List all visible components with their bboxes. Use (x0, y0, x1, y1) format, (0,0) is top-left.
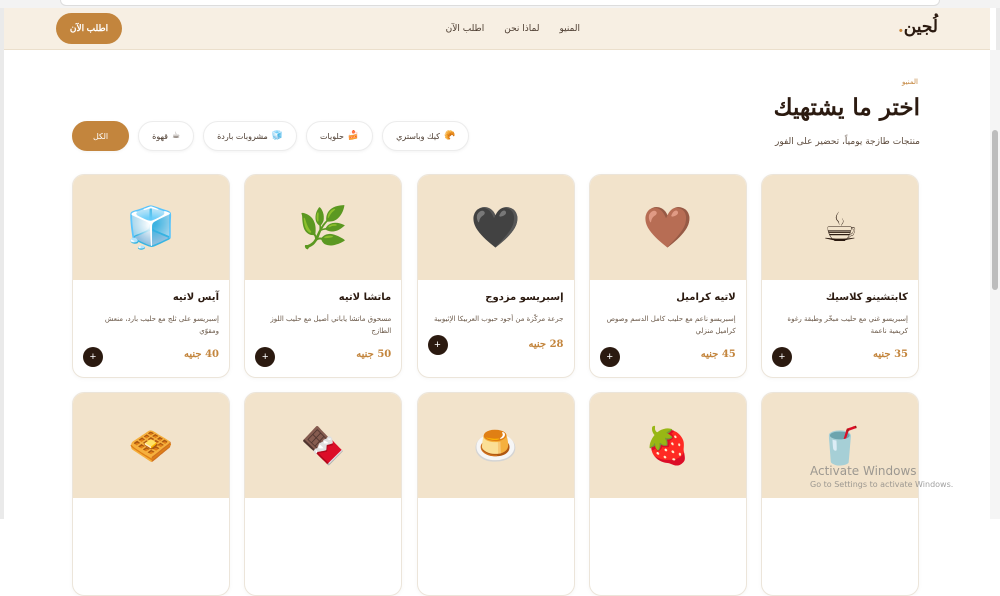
filter-label: كيك وباستري (396, 131, 440, 141)
filter-label: الكل (93, 131, 109, 141)
product-price: 40 جنيه (184, 349, 219, 360)
nav-link-menu[interactable]: المنيو (559, 24, 580, 34)
ice-cube-icon: 🧊 (126, 205, 176, 251)
nav-link-why-us[interactable]: لماذا نحن (504, 24, 539, 34)
ice-cube-icon: 🧊 (271, 131, 283, 141)
product-price: 28 جنيه (528, 339, 564, 350)
coffee-icon: ☕ (171, 131, 181, 141)
product-name: آيس لاتيه (172, 292, 219, 303)
logo-text: لُجين (903, 17, 938, 37)
product-card[interactable]: 🍫 (244, 392, 403, 596)
product-description: جرعة مركّزة من أجود حبوب العربيكا الإثيو… (434, 315, 564, 323)
product-card[interactable]: 🥤 (761, 392, 919, 596)
filter-coffee[interactable]: ☕ قهوة (138, 121, 195, 151)
product-card[interactable]: 🌿 ماتشا لاتيه مسحوق ماتشا ياباني أصيل مع… (244, 174, 403, 378)
product-image: 🤎 (589, 175, 746, 280)
product-price: 45 جنيه (700, 349, 736, 360)
product-card[interactable]: 🧇 (72, 392, 230, 596)
croissant-icon: 🥐 (443, 131, 456, 141)
product-image: 🍓 (589, 393, 746, 498)
cake-icon: 🍰 (347, 131, 360, 141)
filter-label: مشروبات باردة (217, 131, 268, 141)
dark-heart-icon: 🖤 (470, 205, 521, 251)
pudding-icon: 🍮 (473, 425, 518, 467)
add-to-cart-button[interactable]: + (255, 347, 276, 367)
product-price: 35 جنيه (873, 349, 908, 360)
product-description: إسبريسو ناعم مع حليب كامل الدسم وصوص كرا… (606, 315, 736, 335)
product-card[interactable]: 🧊 آيس لاتيه إسبريسو على ثلج مع حليب بارد… (72, 174, 230, 378)
nav-link-order-now[interactable]: اطلب الآن (446, 24, 485, 34)
product-card[interactable]: 🍓 (588, 392, 747, 596)
product-grid: ☕ كابتشينو كلاسيك إسبريسو غني مع حليب مب… (72, 174, 919, 596)
page-title: اختر ما يشتهيك (773, 94, 920, 121)
filter-cakes-pastry[interactable]: 🥐 كيك وباستري (382, 121, 470, 151)
waffle-icon: 🧇 (128, 425, 174, 467)
product-image: 🧊 (73, 175, 229, 280)
category-filters: الكل ☕ قهوة 🧊 مشروبات باردة 🍰 حلويات 🥐 كيك و… (72, 121, 470, 151)
address-bar[interactable] (60, 0, 940, 6)
page-subtitle: منتجات طازجة يومياً، تحضير على الفور (774, 137, 920, 147)
nav-links: المنيو لماذا نحن اطلب الآن (446, 24, 580, 34)
product-image: 🍫 (245, 393, 402, 498)
product-description: إسبريسو على ثلج مع حليب بارد، منعش ومقوّ… (104, 315, 219, 335)
watermark-title: Activate Windows (810, 464, 917, 478)
milkshake-cup-icon: 🥤 (817, 425, 863, 467)
filter-label: قهوة (152, 131, 168, 141)
order-now-button[interactable]: اطلب الآن (56, 13, 122, 44)
navbar: لُجين. المنيو لماذا نحن اطلب الآن اطلب ا… (4, 8, 990, 50)
add-to-cart-button[interactable]: + (599, 347, 620, 367)
product-card[interactable]: 🖤 إسبريسو مزدوج جرعة مركّزة من أجود حبوب… (416, 174, 575, 378)
activate-windows-watermark: Activate Windows Go to Settings to activ… (810, 464, 953, 489)
breadcrumb[interactable]: المنيو (902, 78, 918, 86)
product-description: إسبريسو غني مع حليب مبخّر وطبقة رغوة كري… (787, 315, 908, 335)
page-scrollbar[interactable] (990, 50, 1000, 519)
watermark-subtitle: Go to Settings to activate Windows. (810, 480, 954, 489)
filter-label: حلويات (320, 131, 344, 141)
product-card[interactable]: 🍮 (416, 392, 575, 596)
coffee-cup-icon: ☕ (822, 204, 858, 251)
strawberry-icon: 🍓 (645, 425, 691, 467)
product-image: 🖤 (417, 175, 574, 280)
product-image: 🌿 (245, 175, 402, 280)
product-price: 50 جنيه (356, 349, 392, 360)
product-image: 🧇 (73, 393, 229, 498)
filter-desserts[interactable]: 🍰 حلويات (306, 121, 374, 151)
add-to-cart-button[interactable]: + (83, 347, 103, 367)
product-name: ماتشا لاتيه (338, 292, 392, 303)
leaf-icon: 🌿 (298, 205, 349, 251)
brown-heart-icon: 🤎 (642, 205, 693, 251)
filter-cold-drinks[interactable]: 🧊 مشروبات باردة (203, 121, 297, 151)
product-image: ☕ (762, 175, 918, 280)
product-description: مسحوق ماتشا ياباني أصيل مع حليب اللوز ال… (270, 315, 392, 335)
product-name: كابتشينو كلاسيك (825, 292, 908, 303)
filter-all[interactable]: الكل (72, 121, 130, 151)
browser-top-bar (0, 0, 1000, 8)
product-image: 🍮 (417, 393, 574, 498)
product-card[interactable]: ☕ كابتشينو كلاسيك إسبريسو غني مع حليب مب… (761, 174, 919, 378)
scrollbar-thumb[interactable] (992, 130, 998, 290)
product-card[interactable]: 🤎 لاتيه كراميل إسبريسو ناعم مع حليب كامل… (588, 174, 747, 378)
logo[interactable]: لُجين. (898, 17, 938, 37)
add-to-cart-button[interactable]: + (427, 335, 448, 355)
chocolate-bar-icon: 🍫 (300, 425, 346, 467)
add-to-cart-button[interactable]: + (772, 347, 792, 367)
product-name: لاتيه كراميل (676, 292, 736, 303)
product-name: إسبريسو مزدوج (485, 292, 564, 303)
